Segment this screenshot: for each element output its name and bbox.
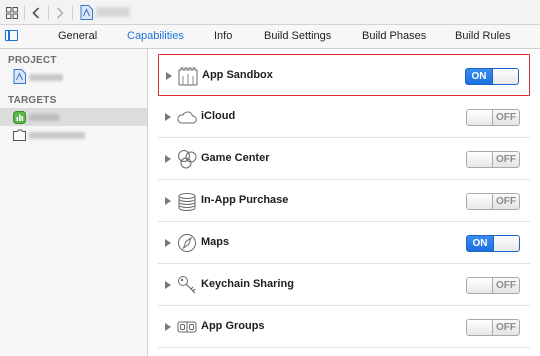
app-sandbox-toggle[interactable]: ON — [465, 68, 519, 85]
toggle-state-label: OFF — [496, 112, 516, 123]
toggle-knob — [467, 152, 493, 167]
capability-label: iCloud — [201, 110, 236, 122]
toggle-knob — [492, 69, 518, 84]
project-section-header: PROJECT — [8, 55, 57, 66]
capability-row-keychain-sharing: Keychain Sharing OFF — [158, 264, 530, 306]
project-file-icon — [13, 69, 26, 84]
maps-toggle[interactable]: ON — [466, 235, 520, 252]
icloud-toggle[interactable]: OFF — [466, 109, 520, 126]
coins-icon — [178, 193, 196, 211]
targets-section-header: TARGETS — [8, 95, 57, 106]
capability-label: Maps — [201, 236, 230, 248]
sidebar-item-project[interactable] — [0, 68, 147, 86]
related-items-grid-icon[interactable] — [3, 0, 21, 25]
disclosure-triangle-icon[interactable] — [165, 197, 171, 205]
capability-label: Game Center — [201, 152, 270, 164]
toggle-state-label: OFF — [496, 280, 516, 291]
capability-label: In-App Purchase — [201, 194, 289, 206]
tab-build-phases[interactable]: Build Phases — [362, 25, 426, 48]
tab-general[interactable]: General — [58, 25, 97, 48]
breadcrumb-project-name[interactable] — [96, 7, 130, 17]
toggle-knob — [467, 110, 493, 125]
editor-tab-bar: General Capabilities Info Build Settings… — [0, 25, 540, 49]
tab-info[interactable]: Info — [214, 25, 232, 48]
disclosure-triangle-icon[interactable] — [165, 113, 171, 121]
cloud-icon — [177, 111, 197, 124]
in-app-purchase-toggle[interactable]: OFF — [466, 193, 520, 210]
tab-build-settings[interactable]: Build Settings — [264, 25, 331, 48]
capability-row-maps: Maps ON — [158, 222, 530, 264]
sidebar-item-test-target-label — [29, 132, 85, 139]
project-target-sidebar: PROJECT TARGETS — [0, 49, 148, 356]
compass-icon — [178, 234, 196, 252]
forward-chevron-icon[interactable] — [52, 0, 68, 25]
toggle-state-label: OFF — [496, 196, 516, 207]
tab-capabilities[interactable]: Capabilities — [127, 25, 184, 48]
back-chevron-icon[interactable] — [28, 0, 44, 25]
toggle-knob — [467, 194, 493, 209]
toggle-knob — [467, 278, 493, 293]
test-bundle-icon — [13, 129, 26, 141]
disclosure-triangle-icon[interactable] — [166, 72, 172, 80]
keychain-sharing-toggle[interactable]: OFF — [466, 277, 520, 294]
disclosure-triangle-icon[interactable] — [165, 239, 171, 247]
game-center-icon — [178, 150, 197, 169]
capability-row-app-groups: App Groups OFF — [158, 306, 530, 348]
capability-row-icloud: iCloud OFF — [158, 96, 530, 138]
tab-build-rules[interactable]: Build Rules — [455, 25, 511, 48]
toggle-state-label: ON — [471, 71, 487, 82]
toggle-state-label: OFF — [496, 154, 516, 165]
sidebar-item-project-label — [29, 74, 63, 81]
app-target-icon — [13, 111, 26, 124]
key-icon — [178, 276, 196, 294]
app-groups-toggle[interactable]: OFF — [466, 319, 520, 336]
sidebar-item-app-target-label — [29, 114, 59, 121]
toggle-knob — [493, 236, 519, 251]
sidebar-item-test-target[interactable] — [0, 126, 147, 144]
capability-row-app-sandbox: App Sandbox ON — [158, 54, 530, 96]
sandbox-icon — [178, 67, 198, 86]
game-center-toggle[interactable]: OFF — [466, 151, 520, 168]
capability-label: App Groups — [201, 320, 265, 332]
navigation-bar — [0, 0, 540, 25]
capability-label: Keychain Sharing — [201, 278, 294, 290]
toggle-state-label: OFF — [496, 322, 516, 333]
project-file-icon[interactable] — [78, 0, 94, 25]
app-groups-icon — [177, 321, 197, 333]
toggle-state-label: ON — [472, 238, 488, 249]
sidebar-item-app-target[interactable] — [0, 108, 147, 126]
disclosure-triangle-icon[interactable] — [165, 281, 171, 289]
capability-row-game-center: Game Center OFF — [158, 138, 530, 180]
disclosure-triangle-icon[interactable] — [165, 155, 171, 163]
disclosure-triangle-icon[interactable] — [165, 323, 171, 331]
capabilities-list: App Sandbox ON iCloud OFF Game Center OF… — [148, 49, 540, 356]
toggle-knob — [467, 320, 493, 335]
capability-label: App Sandbox — [202, 69, 273, 81]
sidebar-toggle-icon[interactable] — [5, 30, 18, 41]
capability-row-in-app-purchase: In-App Purchase OFF — [158, 180, 530, 222]
